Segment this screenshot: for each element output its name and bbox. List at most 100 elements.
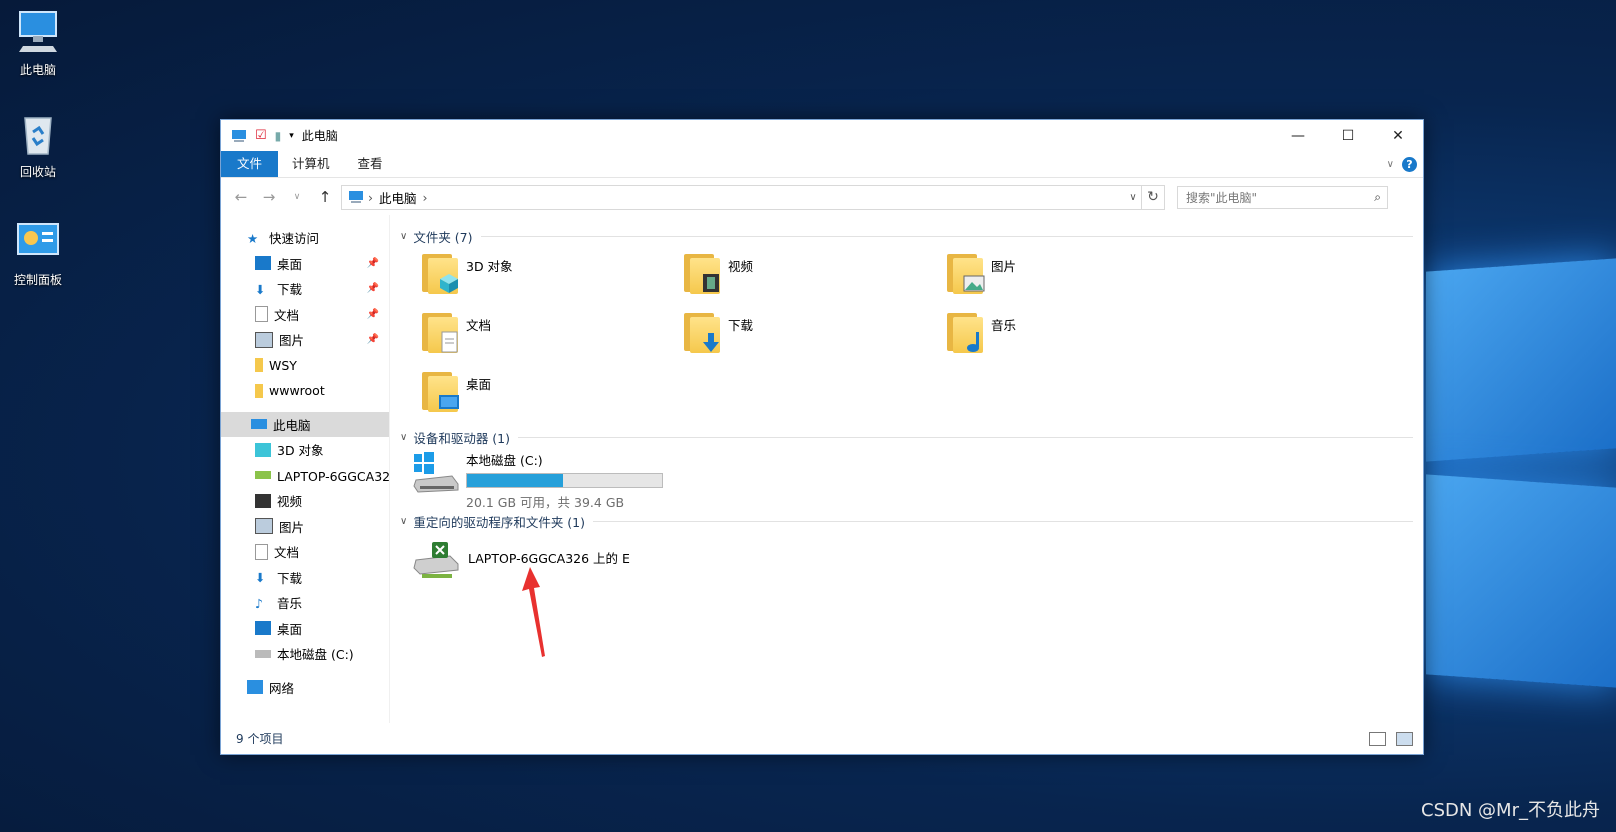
nav-item-desktop[interactable]: 桌面 📌 (221, 251, 389, 277)
nav-item-pictures[interactable]: 图片 📌 (221, 327, 389, 353)
search-input[interactable]: 搜索"此电脑" (1186, 189, 1257, 206)
pin-icon: 📌 (366, 257, 379, 269)
computer-icon (349, 191, 363, 203)
drive-local-disk-c[interactable]: 本地磁盘 (C:) 20.1 GB 可用，共 39.4 GB (412, 450, 663, 511)
network-drive-icon (255, 471, 271, 480)
nav-label: 音乐 (277, 596, 303, 612)
group-header-redirected[interactable]: ∨ 重定向的驱动程序和文件夹 (1) (400, 512, 1413, 531)
nav-label: 视频 (277, 494, 303, 510)
help-icon[interactable]: ? (1402, 156, 1417, 172)
desktop-icon-label: 回收站 (19, 165, 56, 179)
group-label: 设备和驱动器 (1) (413, 431, 511, 446)
pin-icon: 📌 (366, 334, 379, 346)
desktop-icon-control-panel[interactable]: 控制面板 (0, 218, 76, 288)
nav-item-music[interactable]: ♪ 音乐 (221, 590, 389, 616)
large-icons-view-icon[interactable] (1396, 731, 1413, 746)
folder-icon (255, 358, 263, 373)
folder-icon (255, 383, 263, 398)
tab-file[interactable]: 文件 (221, 151, 279, 177)
nav-network[interactable]: 网络 (221, 675, 389, 701)
cube-icon (440, 274, 458, 293)
nav-label: 桌面 (277, 256, 303, 272)
windows-logo-wallpaper (1408, 258, 1616, 688)
nav-item-pictures-pc[interactable]: 图片 (221, 514, 389, 540)
download-icon: ⬇ (255, 281, 266, 297)
navigation-bar: ← → ∨ ↑ › 此电脑 › ∨ ↻ 搜索"此电脑" ⌕ (221, 178, 1423, 216)
nav-label: wwwroot (269, 383, 325, 399)
up-button[interactable]: ↑ (313, 188, 337, 206)
nav-quick-access[interactable]: ★ 快速访问 (221, 225, 389, 251)
nav-item-3d-objects[interactable]: 3D 对象 (221, 437, 389, 463)
nav-label: 网络 (269, 680, 295, 696)
nav-label: 图片 (279, 333, 305, 349)
network-drive-icon (413, 542, 459, 578)
recent-locations-button[interactable]: ∨ (285, 192, 309, 202)
new-folder-icon[interactable]: ▮ (275, 129, 282, 143)
search-box[interactable]: 搜索"此电脑" ⌕ (1177, 185, 1388, 209)
folder-downloads[interactable]: 下载 (682, 309, 753, 353)
document-icon (441, 331, 458, 353)
watermark: CSDN @Mr_不负此舟 (1421, 800, 1600, 821)
details-view-icon[interactable] (1369, 731, 1386, 746)
minimize-button[interactable]: — (1273, 120, 1323, 151)
nav-label: 此电脑 (273, 417, 311, 433)
group-header-folders[interactable]: ∨ 文件夹 (7) (400, 227, 1413, 246)
nav-item-downloads-pc[interactable]: ⬇ 下载 (221, 565, 389, 591)
cube-icon (255, 442, 271, 457)
status-bar: 9 个项目 (221, 723, 1423, 754)
address-dropdown-icon[interactable]: ∨ (1125, 192, 1141, 203)
nav-label: 下载 (277, 570, 303, 586)
group-header-devices[interactable]: ∨ 设备和驱动器 (1) (400, 428, 1413, 447)
maximize-button[interactable]: ☐ (1323, 120, 1373, 151)
breadcrumb-this-pc[interactable]: 此电脑 (379, 188, 417, 207)
nav-item-wwwroot[interactable]: wwwroot (221, 378, 389, 404)
folder-label: 3D 对象 (466, 259, 513, 274)
folder-music[interactable]: 音乐 (945, 309, 1016, 353)
computer-icon (19, 11, 57, 52)
picture-icon (255, 518, 273, 535)
pin-icon: 📌 (366, 308, 379, 320)
customize-toolbar-icon[interactable]: ▾ (289, 131, 294, 141)
desktop-icon-this-pc[interactable]: 此电脑 (0, 8, 76, 78)
expand-ribbon-icon[interactable]: ∨ (1387, 159, 1394, 170)
desktop-icon (255, 256, 271, 271)
nav-item-redirected-drive[interactable]: LAPTOP-6GGCA326 上的 E (221, 463, 389, 489)
nav-item-videos[interactable]: 视频 (221, 488, 389, 514)
properties-icon[interactable]: ☑ (255, 128, 267, 143)
chevron-down-icon: ∨ (400, 231, 408, 242)
pin-icon: 📌 (366, 283, 379, 295)
folder-pictures[interactable]: 图片 (945, 250, 1016, 294)
desktop-icon-recycle-bin[interactable]: 回收站 (0, 110, 76, 180)
nav-item-documents-pc[interactable]: 文档 (221, 539, 389, 565)
tab-view[interactable]: 查看 (344, 151, 397, 177)
nav-item-wsy[interactable]: WSY (221, 353, 389, 379)
group-label: 文件夹 (7) (413, 230, 473, 245)
address-bar[interactable]: › 此电脑 › ∨ ↻ (341, 184, 1165, 210)
folder-documents[interactable]: 文档 (420, 309, 491, 353)
nav-item-local-disk[interactable]: 本地磁盘 (C:) (221, 641, 389, 667)
file-explorer-window[interactable]: ☑ ▮ ▾ 此电脑 — ☐ ✕ 文件 计算机 查看 ∨ ? ← → ∨ ↑ › … (220, 119, 1424, 755)
drive-space-text: 20.1 GB 可用，共 39.4 GB (466, 495, 625, 510)
nav-item-documents[interactable]: 文档 📌 (221, 302, 389, 328)
nav-item-downloads[interactable]: ⬇ 下载 📌 (221, 276, 389, 302)
nav-this-pc[interactable]: 此电脑 (221, 411, 389, 437)
search-icon[interactable]: ⌕ (1374, 190, 1381, 205)
breadcrumb-separator-icon[interactable]: › (423, 190, 428, 205)
picture-icon (255, 331, 273, 348)
folder-3d-objects[interactable]: 3D 对象 (420, 250, 513, 294)
title-bar[interactable]: ☑ ▮ ▾ 此电脑 — ☐ ✕ (221, 120, 1423, 151)
close-button[interactable]: ✕ (1373, 120, 1423, 151)
windows-drive-icon (413, 452, 459, 493)
folder-videos[interactable]: 视频 (682, 250, 753, 294)
back-button[interactable]: ← (229, 188, 253, 206)
breadcrumb-separator-icon[interactable]: › (368, 190, 373, 205)
folder-desktop[interactable]: 桌面 (420, 368, 491, 412)
forward-button[interactable]: → (257, 188, 281, 206)
refresh-icon[interactable]: ↻ (1141, 185, 1164, 209)
tab-computer[interactable]: 计算机 (278, 151, 344, 177)
nav-item-desktop-pc[interactable]: 桌面 (221, 616, 389, 642)
nav-label: 3D 对象 (277, 443, 324, 459)
desktop-icon-label: 此电脑 (19, 63, 56, 77)
nav-label: LAPTOP-6GGCA326 上的 E (277, 468, 389, 484)
folder-icon (945, 250, 985, 294)
